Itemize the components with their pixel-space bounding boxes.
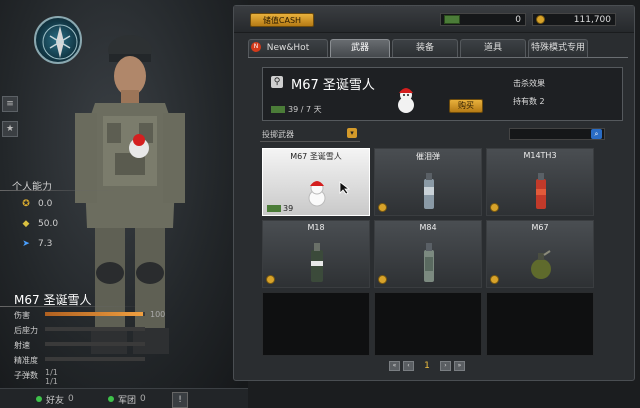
stat-label: 伤害 [14,311,30,320]
cash-balance: 0 [440,13,526,26]
pagination: « ‹ 1 › » [389,361,465,371]
fire-rate-bar [45,342,145,346]
category-filter-label: 投掷武器 [262,130,294,139]
buy-button[interactable]: 购买 [449,99,483,113]
smoke-grenade-icon [311,243,323,282]
cursor-icon [339,181,351,195]
empty-slot [486,292,594,356]
damage-value: 100 [150,310,166,319]
owned-count-label: 持有数 2 [513,97,545,106]
rank-icon: ✪ [22,199,30,209]
ammo-value: 1/1 [45,368,58,377]
shop-window: 储值CASH 0 111,700 N New&Hot 武器 装备 道具 特殊模式… [233,5,635,381]
tab-new-hot[interactable]: N New&Hot [248,39,328,57]
cash-icon [444,15,460,24]
snowman-icon [398,88,414,113]
accuracy-bar [45,357,145,361]
item-card[interactable]: M14TH3 [486,148,594,216]
coin-icon [490,275,499,284]
ability-row: ➤ 7.3 [20,238,52,250]
chevron-down-icon[interactable]: ▾ [347,128,357,138]
incendiary-grenade-icon [536,173,546,209]
soldier-avatar [75,35,185,354]
stat-label: 子弹数 [14,371,38,380]
magnifier-icon[interactable]: ⚲ [271,76,283,88]
item-card[interactable]: M18 [262,220,370,288]
online-dot-icon [108,396,114,402]
damage-bar [45,312,145,316]
recoil-bar [45,327,145,331]
item-ammo: 39 / 7 天 [271,104,322,115]
empty-slot [374,292,482,356]
empty-slot [262,292,370,356]
flashbang-icon [424,243,434,282]
cash-icon [271,106,285,113]
divider [0,190,120,191]
kill-effect-label: 击杀效果 [513,79,545,88]
frag-grenade-icon [531,250,551,279]
item-detail-panel: ⚲ M67 圣诞雪人 39 / 7 天 购买 击杀效果 持有数 2 [262,67,623,121]
tear-gas-grenade-icon [424,173,434,209]
next-page-button[interactable]: › [440,361,451,371]
tab-weapons[interactable]: 武器 [330,39,390,57]
divider [0,306,150,307]
page-number: 1 [424,361,430,371]
stat-label: 射速 [14,341,30,350]
stat-label: 精准度 [14,356,38,365]
item-card[interactable]: M67 [486,220,594,288]
tab-special-mode[interactable]: 特殊模式专用 [528,39,588,57]
coin-icon [378,275,387,284]
ability-row: ◆ 50.0 [20,218,59,230]
prev-page-button[interactable]: ‹ [403,361,414,371]
search-icon[interactable]: ⌕ [591,129,602,139]
item-card[interactable]: 催泪弹 [374,148,482,216]
alert-button[interactable]: ! [172,392,188,408]
coin-icon [536,15,545,24]
last-page-button[interactable]: » [454,361,465,371]
tab-divider [248,57,628,58]
stat-label: 后座力 [14,326,38,335]
coin-icon [490,203,499,212]
item-card[interactable]: M67 圣诞雪人 39 [262,148,370,216]
online-dot-icon [36,396,42,402]
star-icon[interactable]: ★ [2,121,18,137]
list-icon[interactable]: ≡ [2,96,18,112]
experience-icon: ◆ [22,219,30,229]
tab-equipment[interactable]: 装备 [392,39,458,57]
charge-cash-button[interactable]: 储值CASH [250,13,314,27]
new-badge-icon: N [251,42,261,52]
ability-row: ✪ 0.0 [20,198,52,210]
item-count: 39 [267,204,293,213]
first-page-button[interactable]: « [389,361,400,371]
coin-icon [378,203,387,212]
ammo-extra-value: 1/1 [45,377,58,386]
friends-button[interactable]: 好友 0 [36,392,74,406]
cash-icon [267,205,281,212]
shop-topbar: 储值CASH 0 111,700 [234,6,634,33]
bottom-bar: 好友 0 军团 0 ! [0,388,248,408]
runner-icon: ➤ [22,239,30,249]
item-name: M67 圣诞雪人 [291,78,375,93]
coin-balance: 111,700 [532,13,616,26]
tab-items[interactable]: 道具 [460,39,526,57]
clan-button[interactable]: 军团 0 [108,392,146,406]
item-card[interactable]: M84 [374,220,482,288]
snowman-grenade-icon [308,181,326,207]
divider [260,141,360,142]
coin-icon [266,275,275,284]
